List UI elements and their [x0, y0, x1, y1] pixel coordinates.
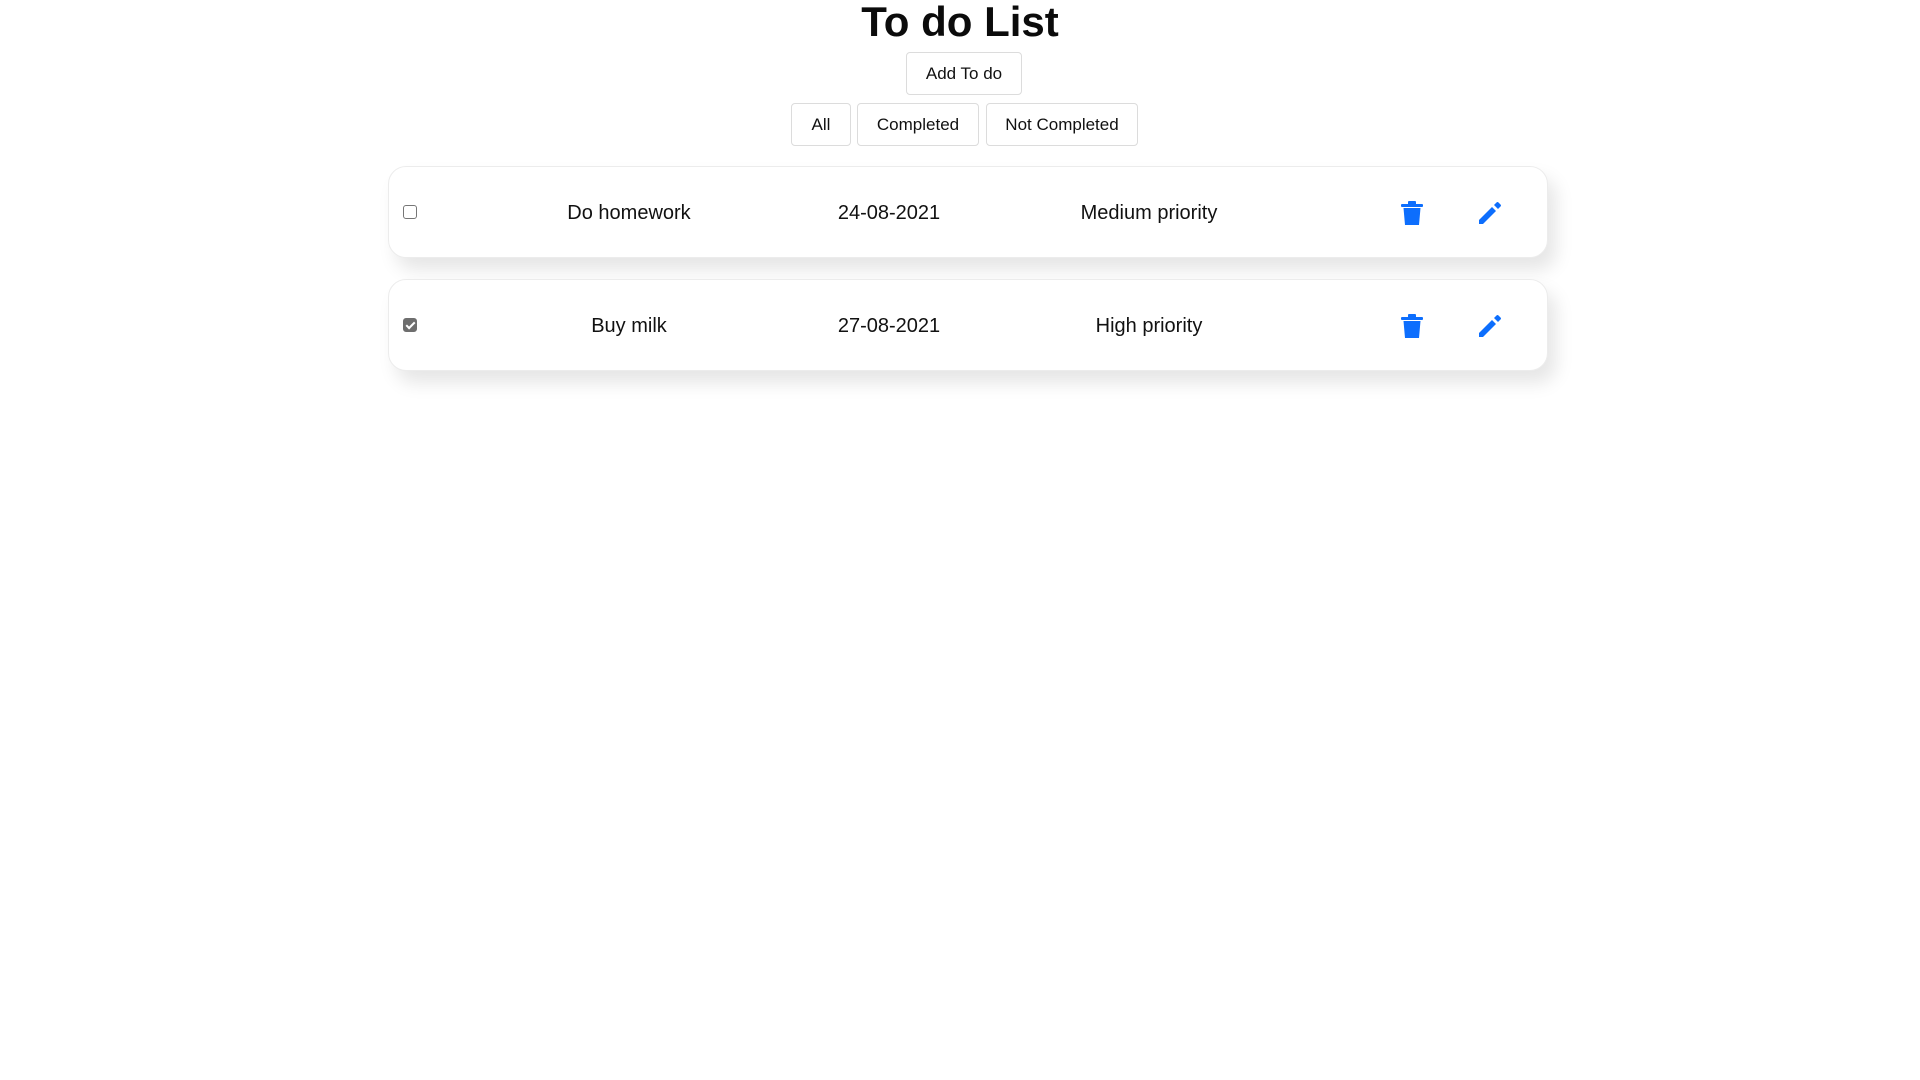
todo-checkbox[interactable] — [403, 205, 417, 219]
pencil-icon[interactable] — [1477, 313, 1503, 339]
todo-date: 24-08-2021 — [837, 201, 941, 224]
todo-priority: High priority — [1095, 314, 1203, 337]
todo-page: To do List Add To do All Completed Not C… — [0, 0, 1920, 1080]
page-title: To do List — [861, 0, 1059, 45]
todo-priority: Medium priority — [1080, 201, 1218, 224]
todo-date: 27-08-2021 — [837, 314, 941, 337]
filter-completed-button[interactable]: Completed — [857, 103, 979, 146]
todo-name: Do homework — [567, 201, 691, 224]
trash-icon[interactable] — [1399, 200, 1425, 226]
todo-checkbox[interactable] — [403, 318, 417, 332]
todo-name: Buy milk — [591, 314, 667, 337]
trash-icon[interactable] — [1399, 313, 1425, 339]
todo-item: Buy milk 27-08-2021 High priority — [388, 279, 1548, 371]
filter-all-button[interactable]: All — [791, 103, 851, 146]
add-todo-button[interactable]: Add To do — [906, 52, 1022, 95]
todo-item: Do homework 24-08-2021 Medium priority — [388, 166, 1548, 258]
pencil-icon[interactable] — [1477, 200, 1503, 226]
filter-not-completed-button[interactable]: Not Completed — [986, 103, 1138, 146]
